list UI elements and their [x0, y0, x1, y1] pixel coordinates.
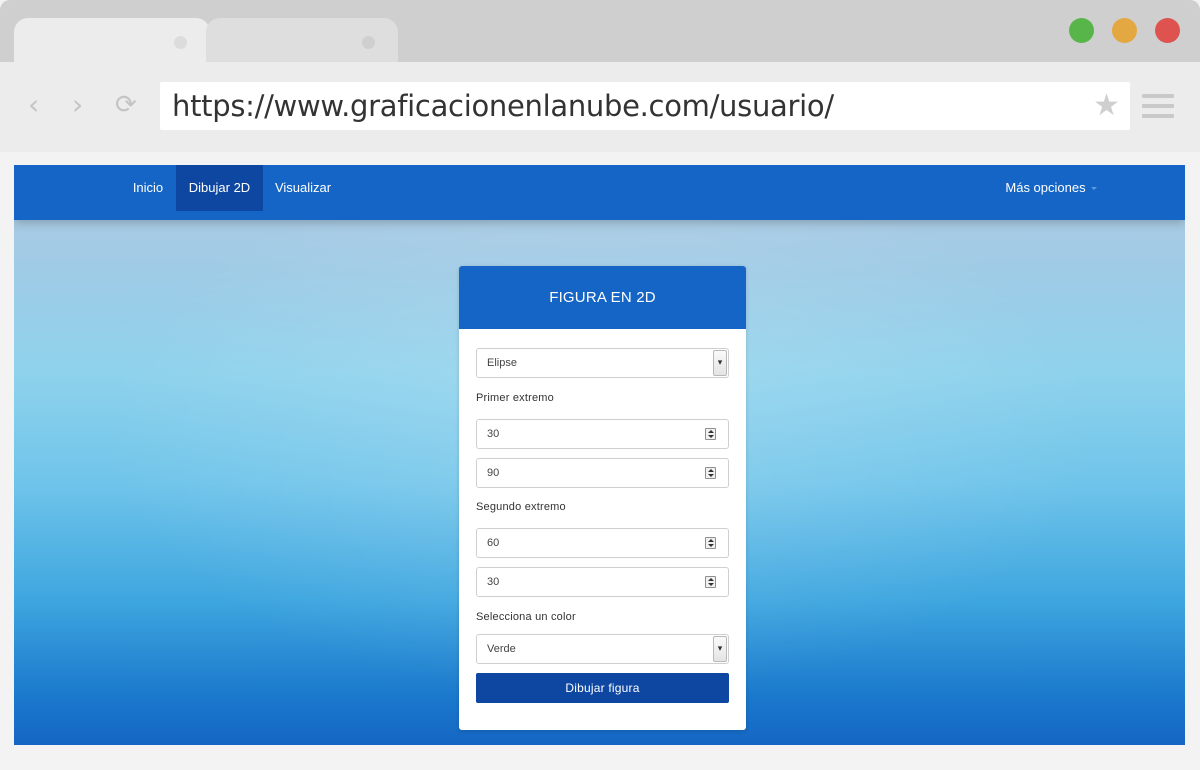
- browser-tab-bar: [0, 0, 1200, 62]
- browser-toolbar: ‹ › ⟳ https://www.graficacionenlanube.co…: [0, 62, 1200, 152]
- number-spinner-icon[interactable]: [705, 467, 716, 479]
- draw-figure-button[interactable]: Dibujar figura: [476, 673, 729, 703]
- tab-close-icon[interactable]: [174, 36, 187, 49]
- page-viewport: Inicio Dibujar 2D Visualizar Más opcione…: [14, 165, 1185, 745]
- color-select-value: Verde: [487, 643, 516, 655]
- first-point-y-value: 90: [487, 467, 500, 479]
- color-select[interactable]: Verde ▾: [476, 634, 729, 664]
- shape-select[interactable]: Elipse ▾: [476, 348, 729, 378]
- browser-tab-active[interactable]: [14, 18, 210, 62]
- second-point-y-value: 30: [487, 576, 500, 588]
- caret-down-icon: [1090, 187, 1097, 191]
- address-bar[interactable]: https://www.graficacionenlanube.com/usua…: [160, 82, 1130, 130]
- close-window-button[interactable]: [1155, 18, 1180, 43]
- url-text[interactable]: https://www.graficacionenlanube.com/usua…: [172, 88, 834, 124]
- first-point-label: Primer extremo: [476, 392, 554, 404]
- maximize-window-button[interactable]: [1069, 18, 1094, 43]
- nav-item-visualizar[interactable]: Visualizar: [266, 165, 340, 211]
- number-spinner-icon[interactable]: [705, 537, 716, 549]
- forward-arrow-icon[interactable]: ›: [72, 90, 83, 120]
- second-point-label: Segundo extremo: [476, 501, 566, 513]
- shape-select-value: Elipse: [487, 357, 517, 369]
- hamburger-menu-icon[interactable]: [1142, 94, 1174, 118]
- browser-tab-inactive[interactable]: [206, 18, 398, 62]
- back-arrow-icon[interactable]: ‹: [28, 90, 39, 120]
- first-point-x-value: 30: [487, 428, 500, 440]
- card-title: FIGURA EN 2D: [459, 266, 746, 329]
- nav-item-dibujar-2d[interactable]: Dibujar 2D: [176, 165, 263, 211]
- number-spinner-icon[interactable]: [705, 428, 716, 440]
- nav-item-inicio[interactable]: Inicio: [123, 165, 173, 211]
- first-point-y-input[interactable]: 90: [476, 458, 729, 488]
- more-options-dropdown[interactable]: Más opciones: [996, 165, 1106, 211]
- second-point-y-input[interactable]: 30: [476, 567, 729, 597]
- more-options-label: Más opciones: [1005, 180, 1086, 195]
- chevron-down-icon[interactable]: ▾: [713, 636, 727, 662]
- reload-icon[interactable]: ⟳: [115, 90, 137, 120]
- second-point-x-input[interactable]: 60: [476, 528, 729, 558]
- tab-close-icon[interactable]: [362, 36, 375, 49]
- second-point-x-value: 60: [487, 537, 500, 549]
- first-point-x-input[interactable]: 30: [476, 419, 729, 449]
- minimize-window-button[interactable]: [1112, 18, 1137, 43]
- number-spinner-icon[interactable]: [705, 576, 716, 588]
- site-navbar: Inicio Dibujar 2D Visualizar Más opcione…: [14, 165, 1185, 220]
- bookmark-star-icon[interactable]: ★: [1093, 89, 1120, 123]
- color-select-label: Selecciona un color: [476, 611, 576, 623]
- chevron-down-icon[interactable]: ▾: [713, 350, 727, 376]
- figure-form-card: FIGURA EN 2D Elipse ▾ Primer extremo 30 …: [459, 266, 746, 730]
